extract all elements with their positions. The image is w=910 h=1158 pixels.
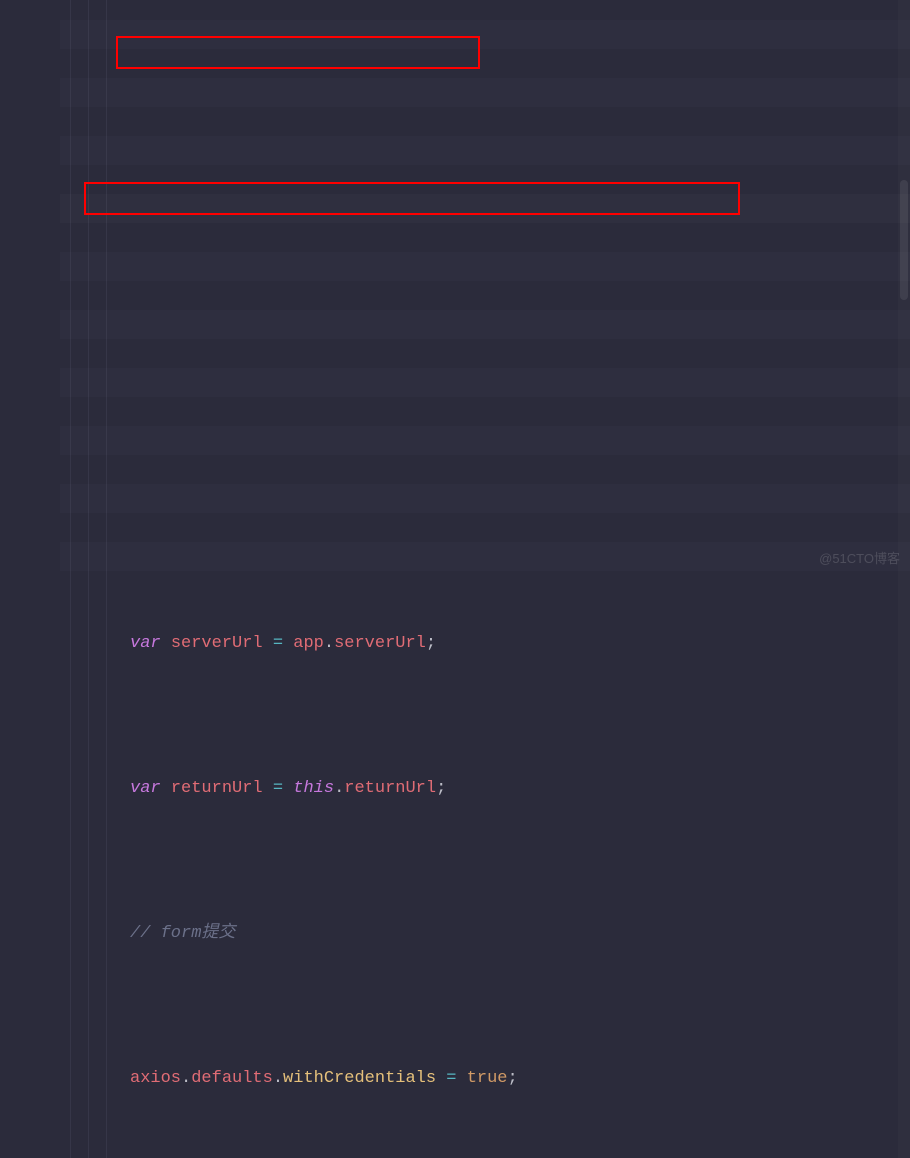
punct: . — [324, 634, 334, 653]
scrollbar-thumb[interactable] — [900, 180, 908, 300]
watermark: @51CTO博客 — [819, 544, 900, 573]
identifier: defaults — [191, 1069, 273, 1088]
vertical-scrollbar[interactable] — [898, 0, 910, 1158]
identifier: serverUrl — [334, 634, 426, 653]
identifier: app — [293, 634, 324, 653]
code-line[interactable]: var serverUrl = app.serverUrl; — [0, 629, 910, 658]
keyword-var: var — [130, 779, 161, 798]
punct: ; — [508, 1069, 518, 1088]
highlight-box-1 — [116, 36, 480, 69]
property: withCredentials — [283, 1069, 436, 1088]
operator: = — [273, 634, 283, 653]
code-line[interactable]: var returnUrl = this.returnUrl; — [0, 774, 910, 803]
identifier: returnUrl — [344, 779, 436, 798]
punct: . — [334, 779, 344, 798]
identifier: returnUrl — [171, 779, 263, 798]
gutter — [0, 0, 60, 1158]
identifier: serverUrl — [171, 634, 263, 653]
punct: . — [273, 1069, 283, 1088]
punct: ; — [436, 779, 446, 798]
keyword-true: true — [467, 1069, 508, 1088]
operator: = — [446, 1069, 456, 1088]
highlight-box-2 — [84, 182, 740, 215]
punct: . — [181, 1069, 191, 1088]
punct: ; — [426, 634, 436, 653]
code-line[interactable]: // form提交 — [0, 919, 910, 948]
code-line[interactable]: axios.defaults.withCredentials = true; — [0, 1064, 910, 1093]
keyword-this: this — [293, 779, 334, 798]
code-editor[interactable]: var serverUrl = app.serverUrl; var retur… — [0, 0, 910, 1158]
indent-guides — [60, 0, 130, 1158]
comment: // form提交 — [130, 924, 235, 943]
keyword-var: var — [130, 634, 161, 653]
identifier: axios — [130, 1069, 181, 1088]
operator: = — [273, 779, 283, 798]
